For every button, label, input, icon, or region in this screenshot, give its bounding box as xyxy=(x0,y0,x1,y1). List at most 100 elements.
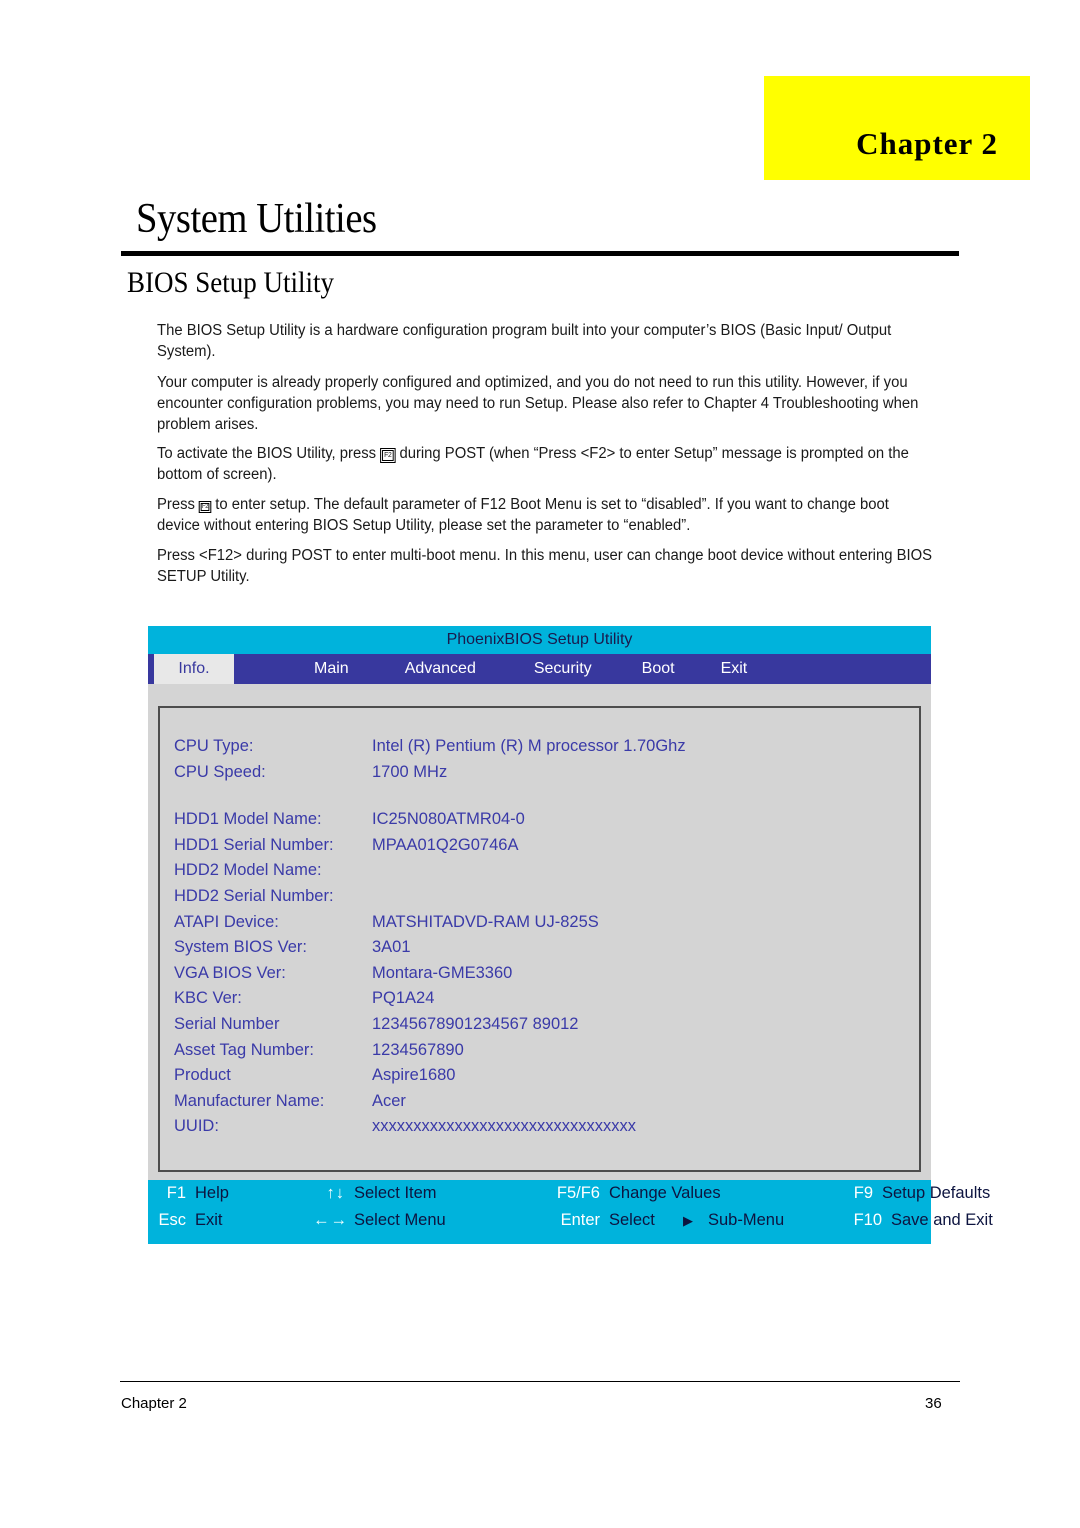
footer-chapter-label: Chapter 2 xyxy=(121,1395,187,1412)
info-row-label: HDD1 Model Name: xyxy=(174,810,322,829)
help-key-f1: F1 xyxy=(166,1183,186,1202)
tab-main-label: Main xyxy=(314,660,349,677)
info-row-value xyxy=(372,884,919,910)
info-row-value: Aspire1680 xyxy=(372,1066,456,1085)
bios-help-bar: F1 Help ↑↓ Select Item F5/F6 Change Valu… xyxy=(148,1179,993,1244)
bios-info-panel: CPU Type: Intel (R) Pentium (R) M proces… xyxy=(158,706,921,1172)
bios-tab-bar: Info. Main Advanced Security Boot Exit xyxy=(148,654,931,684)
help-desc-select-menu: Select Menu xyxy=(354,1210,446,1229)
info-row: ATAPI Device: MATSHITADVD-RAM UJ-825S xyxy=(160,910,919,936)
info-row: HDD1 Model Name: IC25N080ATMR04-0 xyxy=(160,807,919,833)
info-row-label: VGA BIOS Ver: xyxy=(174,963,286,982)
tab-info[interactable]: Info. xyxy=(154,654,234,684)
info-row-value: Acer xyxy=(372,1091,406,1110)
tab-spacer xyxy=(606,654,628,684)
help-key-f5f6: F5/F6 xyxy=(556,1183,600,1202)
paragraph-enter-setup: Press F2 to enter setup. The default par… xyxy=(157,494,933,536)
info-row-value: Montara-GME3360 xyxy=(372,963,513,982)
bios-title-label: PhoenixBIOS Setup Utility xyxy=(446,631,633,648)
info-row: CPU Speed: 1700 MHz xyxy=(160,760,919,786)
info-row-label: CPU Speed: xyxy=(174,762,266,781)
info-row: System BIOS Ver: 3A01 xyxy=(160,935,919,961)
paragraph-multiboot: Press <F12> during POST to enter multi-b… xyxy=(157,547,933,585)
info-row-value: 1700 MHz xyxy=(372,762,448,781)
info-row-value: 3A01 xyxy=(372,938,411,957)
info-row-value: IC25N080ATMR04-0 xyxy=(372,810,525,829)
help-key-esc: Esc xyxy=(158,1210,186,1229)
help-key-f9: F9 xyxy=(853,1183,873,1202)
bios-setup-screen: PhoenixBIOS Setup Utility Info. Main Adv… xyxy=(148,626,993,1244)
help-desc-change-values: Change Values xyxy=(609,1183,721,1202)
help-desc-select: Select xyxy=(609,1210,655,1229)
info-row: HDD2 Serial Number: xyxy=(160,884,919,910)
paragraph-configured: Your computer is already properly config… xyxy=(157,374,919,433)
info-row-label: Serial Number xyxy=(174,1014,280,1033)
tab-exit[interactable]: Exit xyxy=(707,654,762,684)
tab-boot[interactable]: Boot xyxy=(628,654,689,684)
info-row: HDD2 Model Name: xyxy=(160,858,919,884)
info-row-value: PQ1A24 xyxy=(372,989,435,1008)
help-desc-setup-defaults: Setup Defaults xyxy=(882,1183,991,1202)
tab-exit-label: Exit xyxy=(720,660,748,677)
help-row-1: F1 Help ↑↓ Select Item F5/F6 Change Valu… xyxy=(148,1183,991,1211)
tab-spacer xyxy=(689,654,707,684)
help-row-2: Esc Exit ←→ Select Menu Enter Select ▶ S… xyxy=(148,1210,992,1238)
footer-divider xyxy=(120,1381,960,1382)
chapter-banner: Chapter 2 xyxy=(764,76,1030,180)
section-title: BIOS Setup Utility xyxy=(127,266,335,299)
title-divider xyxy=(121,251,959,256)
info-row: Serial Number 12345678901234567 89012 xyxy=(160,1012,919,1038)
info-row-label: CPU Type: xyxy=(174,737,254,755)
info-row: Product Aspire1680 xyxy=(160,1063,919,1089)
help-desc-help: Help xyxy=(195,1183,229,1202)
tab-boot-label: Boot xyxy=(641,660,675,677)
page-title: System Utilities xyxy=(136,196,377,242)
info-row-value: 12345678901234567 89012 xyxy=(372,1014,579,1033)
f2-key-icon: F2 xyxy=(380,448,396,463)
footer-page-number: 36 xyxy=(925,1395,942,1412)
info-row: KBC Ver: PQ1A24 xyxy=(160,986,919,1012)
paragraph-intro: The BIOS Setup Utility is a hardware con… xyxy=(157,322,892,360)
info-row-label: HDD1 Serial Number: xyxy=(174,835,334,854)
tab-info-label: Info. xyxy=(178,660,210,677)
info-row-value xyxy=(372,785,919,807)
help-key-leftright-arrows-icon: ←→ xyxy=(313,1210,348,1229)
info-row-value: 1234567890 xyxy=(372,1040,464,1059)
info-row-label: System BIOS Ver: xyxy=(174,938,307,957)
help-desc-save-and-exit: Save and Exit xyxy=(891,1210,993,1229)
info-row-label: Asset Tag Number: xyxy=(174,1040,315,1059)
tab-advanced[interactable]: Advanced xyxy=(391,654,490,684)
info-row-label: HDD2 Model Name: xyxy=(174,861,322,880)
bios-title-bar: PhoenixBIOS Setup Utility xyxy=(148,626,931,654)
info-row: CPU Type: Intel (R) Pentium (R) M proces… xyxy=(160,734,919,760)
info-row-value: MPAA01Q2G0746A xyxy=(372,835,519,854)
help-desc-select-item: Select Item xyxy=(354,1183,437,1202)
f2-key-icon-small: F2 xyxy=(199,501,212,513)
help-desc-sub-menu: Sub-Menu xyxy=(708,1210,785,1229)
info-row-value: Intel (R) Pentium (R) M processor 1.70Gh… xyxy=(372,737,686,755)
paragraph-activate: To activate the BIOS Utility, press F2 d… xyxy=(157,443,933,485)
tab-spacer xyxy=(490,654,520,684)
tab-main[interactable]: Main xyxy=(300,654,363,684)
info-row-label: KBC Ver: xyxy=(174,989,242,1008)
bios-body: CPU Type: Intel (R) Pentium (R) M proces… xyxy=(148,684,931,1180)
tab-spacer xyxy=(234,654,300,684)
info-row: Manufacturer Name: Acer xyxy=(160,1089,919,1115)
tab-advanced-label: Advanced xyxy=(404,660,476,677)
info-row: VGA BIOS Ver: Montara-GME3360 xyxy=(160,961,919,987)
info-row-label: UUID: xyxy=(174,1117,219,1136)
info-row-spacer xyxy=(160,785,919,807)
tab-security-label: Security xyxy=(533,660,592,677)
info-row-value xyxy=(372,858,919,884)
info-row: UUID: xxxxxxxxxxxxxxxxxxxxxxxxxxxxxxxx xyxy=(160,1114,919,1140)
info-row-label: ATAPI Device: xyxy=(174,912,279,931)
info-row-value: MATSHITADVD-RAM UJ-825S xyxy=(372,912,599,931)
tab-security[interactable]: Security xyxy=(520,654,606,684)
help-key-updown-arrows-icon: ↑↓ xyxy=(326,1183,345,1202)
info-row-value: xxxxxxxxxxxxxxxxxxxxxxxxxxxxxxxx xyxy=(372,1117,636,1136)
help-desc-exit: Exit xyxy=(195,1210,223,1229)
paragraph-enter-setup-before: Press xyxy=(157,496,195,513)
chapter-banner-label: Chapter 2 xyxy=(856,126,998,161)
help-key-f10: F10 xyxy=(853,1210,882,1229)
info-row-label: HDD2 Serial Number: xyxy=(174,886,334,905)
